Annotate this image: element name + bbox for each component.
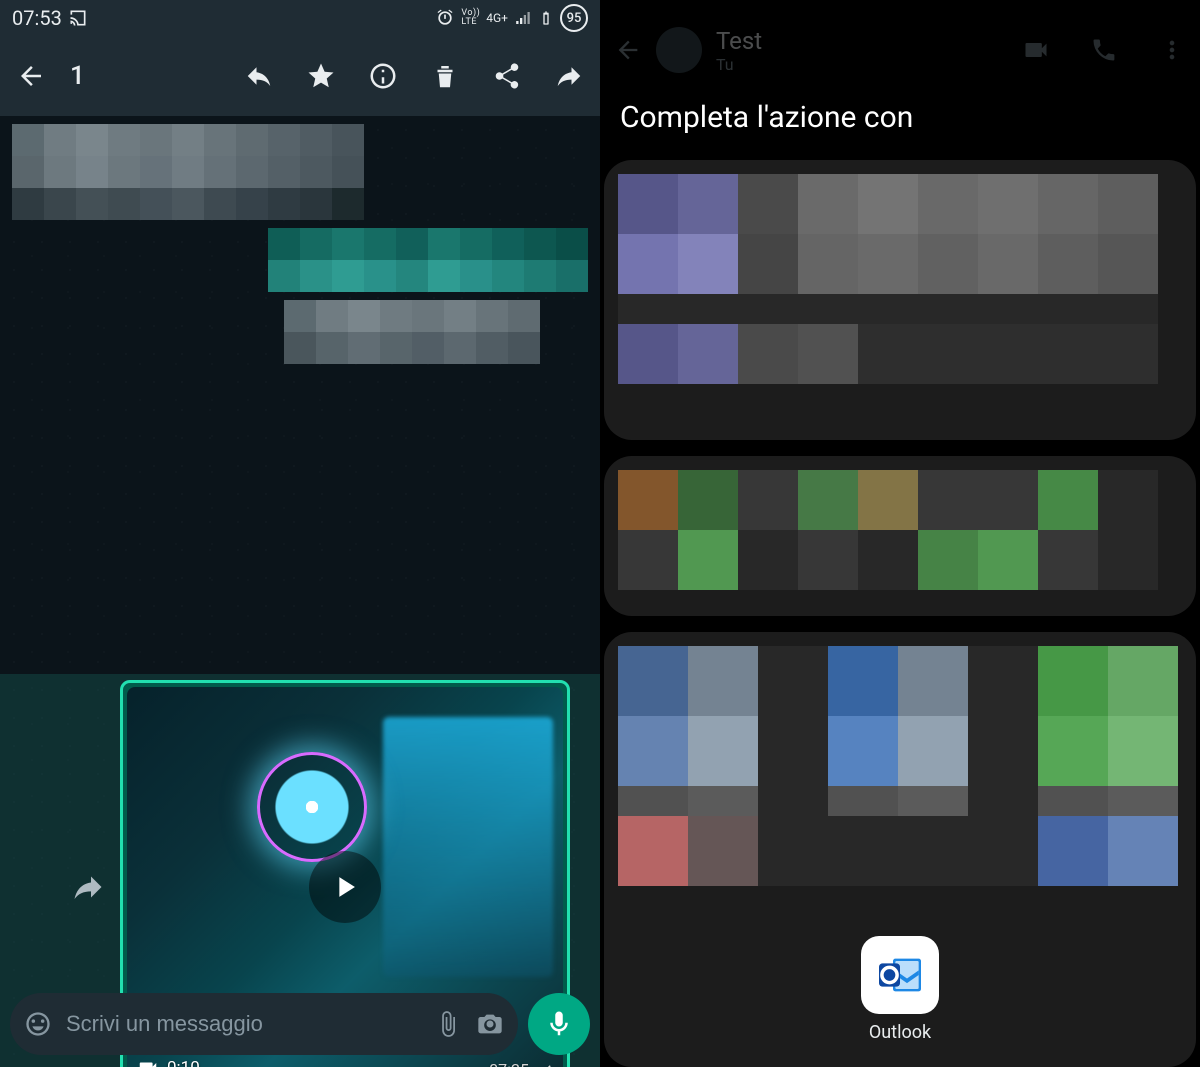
share-sheet-title: Completa l'azione con [620,100,913,135]
network-indicator: 4G+ [486,11,508,25]
back-icon[interactable] [614,36,642,64]
video-call-icon[interactable] [1022,36,1050,64]
back-button[interactable] [16,61,46,91]
battery-icon [538,8,554,28]
share-target-label: Outlook [869,1022,931,1043]
attachment-button[interactable] [434,1010,462,1038]
check-icon [535,1061,553,1067]
status-time: 07:53 [12,6,62,30]
alarm-icon [435,8,455,28]
message-timestamp: 07:25 [489,1060,553,1067]
volte-indicator: Vo)) LTE [461,9,480,27]
battery-percent: 95 [560,4,588,32]
share-sheet-screen: Test Tu Completa l'azione con [600,0,1200,1067]
play-button[interactable] [309,851,381,923]
star-button[interactable] [306,61,336,91]
chat-subtitle: Tu [716,55,762,74]
selection-action-bar: 1 [0,36,600,116]
share-target-group[interactable] [604,456,1196,616]
voice-call-icon[interactable] [1090,36,1118,64]
chat-background: 0:10 07:25 [0,116,600,1067]
chat-title[interactable]: Test [716,27,762,55]
composer-bar [10,993,590,1055]
signal-icon [514,9,532,27]
share-app-grid[interactable]: Outlook [604,632,1196,1067]
delete-button[interactable] [430,61,460,91]
message-input[interactable] [66,1011,420,1037]
whatsapp-chat-screen: 07:53 Vo)) LTE 4G+ 95 1 [0,0,600,1067]
share-target-outlook[interactable]: Outlook [861,936,939,1043]
info-button[interactable] [368,61,398,91]
emoji-button[interactable] [24,1010,52,1038]
camera-button[interactable] [476,1010,504,1038]
message-blurred [12,300,540,364]
share-target-group[interactable] [604,160,1196,440]
selection-count: 1 [70,61,85,91]
forward-button[interactable] [554,61,584,91]
forward-inline-icon[interactable] [70,869,106,905]
cast-icon [68,8,88,28]
more-icon[interactable] [1158,36,1186,64]
message-blurred [12,228,588,292]
video-icon [137,1057,159,1067]
outlook-icon [861,936,939,1014]
share-button[interactable] [492,61,522,91]
whatsapp-header-dimmed: Test Tu [600,0,1200,100]
chat-avatar[interactable] [656,27,702,73]
message-blurred [12,124,588,220]
reply-button[interactable] [244,61,274,91]
video-duration: 0:10 [137,1057,200,1067]
voice-record-button[interactable] [528,993,590,1055]
android-status-bar: 07:53 Vo)) LTE 4G+ 95 [0,0,600,36]
share-sheet[interactable]: Outlook [604,160,1196,1067]
